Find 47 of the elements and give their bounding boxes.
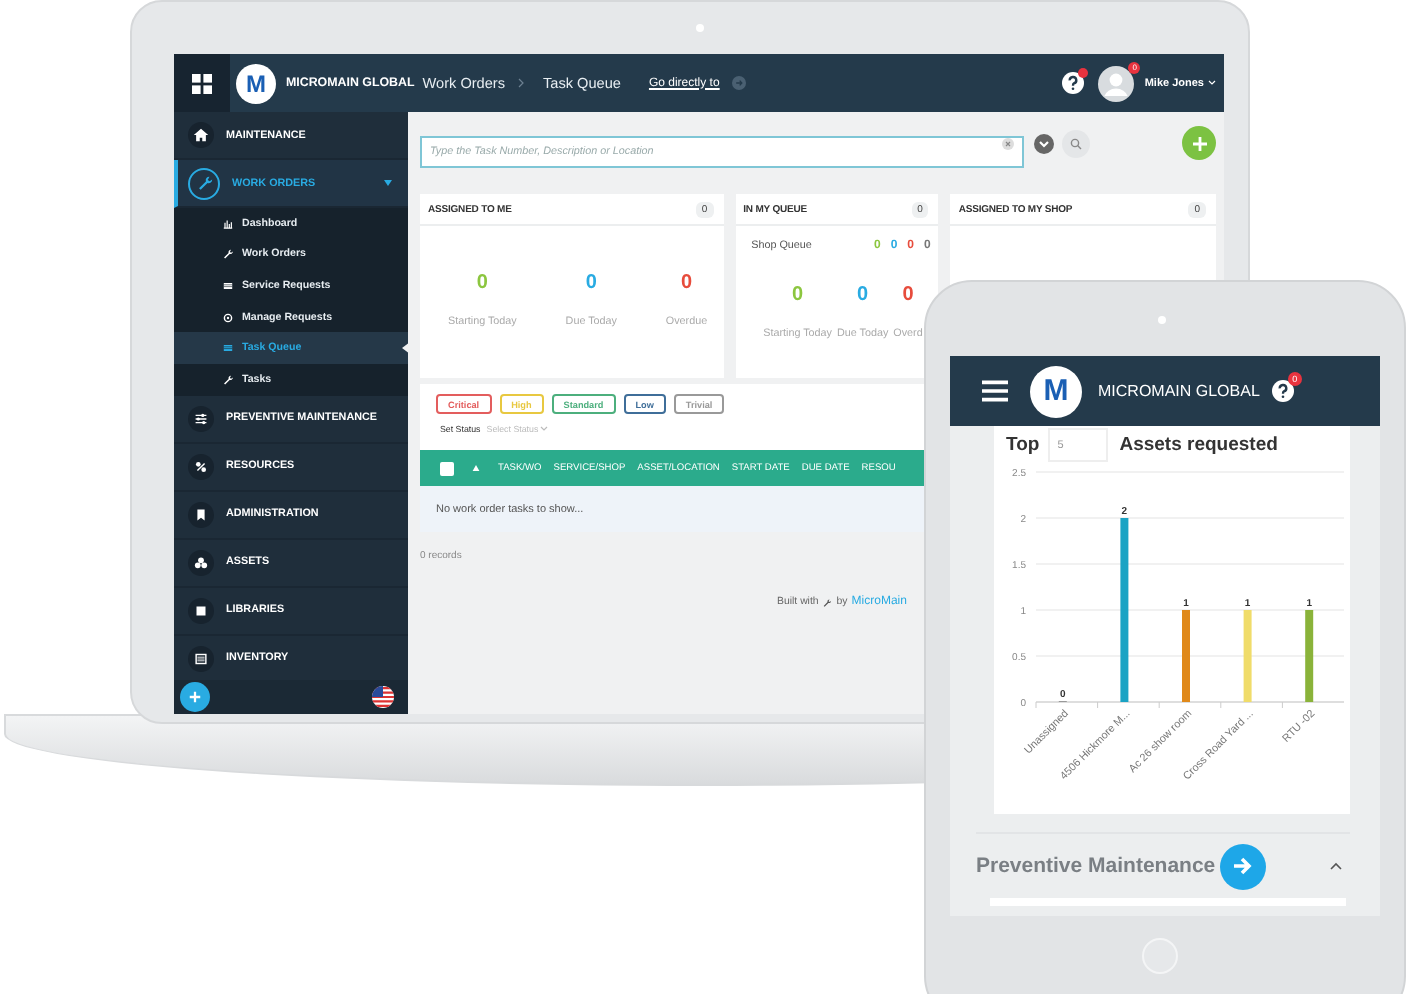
logo: M [1030,365,1082,417]
clear-icon[interactable] [1002,137,1014,149]
caret-icon [540,426,549,432]
list-icon [188,645,214,672]
sort-icon[interactable] [472,464,480,472]
app-name: MICROMAIN GLOBAL [1098,382,1260,400]
stat-count: 0 [857,284,869,306]
avatar[interactable] [1098,65,1135,101]
plus-icon [1191,135,1207,151]
search-button[interactable] [1062,129,1090,157]
wrench-icon [222,248,234,261]
sliders-icon [188,405,214,432]
gear-icon [222,311,234,324]
stat-count: 0 [680,272,693,294]
grid-icon [192,73,212,93]
dropdown-icon[interactable] [1034,133,1054,153]
search-icon [1070,137,1082,149]
apps-menu-button[interactable] [174,54,230,112]
menu-icon[interactable] [982,380,1008,402]
arrow-button[interactable] [1219,843,1266,889]
caret-icon[interactable] [1330,862,1342,870]
bookmark-icon [188,501,214,528]
wrench-icon [822,597,833,607]
shapes-icon [188,549,214,576]
chart-title: Assets requested [1119,434,1278,456]
notification-dot [1078,68,1089,78]
stat-count: 0 [476,272,488,294]
stat-count: 0 [902,284,914,306]
help-icon[interactable] [1271,380,1294,402]
top-label: Top [1006,434,1040,456]
wrench-icon [222,373,234,386]
help-icon[interactable] [1062,72,1085,94]
stat-count: 0 [792,284,804,306]
chevron-icon [517,78,524,88]
section-title: Preventive Maintenance [976,854,1216,878]
checkbox[interactable] [440,461,454,475]
arrow-icon [1230,854,1255,878]
plus-icon [188,690,202,704]
logo: M [236,63,276,103]
bar-chart-icon [222,217,234,230]
flag-icon[interactable] [372,686,394,708]
caret-icon [1208,80,1216,86]
add-button[interactable] [180,682,210,712]
caret-icon [384,180,392,186]
wrench-icon [188,167,220,199]
home-icon [188,122,214,148]
stat-count: 0 [585,272,597,294]
